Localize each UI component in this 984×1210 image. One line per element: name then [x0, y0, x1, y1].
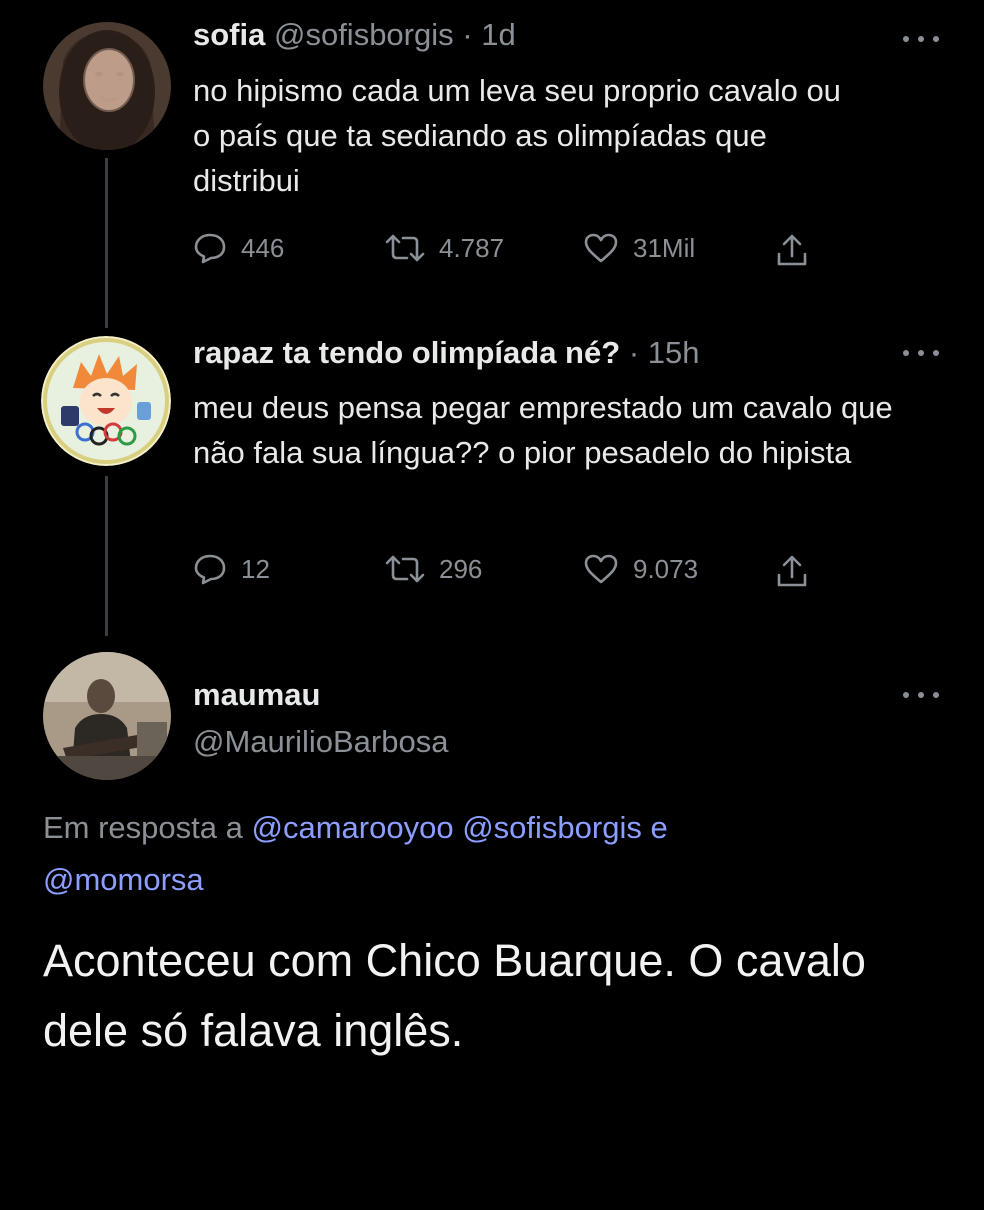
timestamp[interactable]: · 15h [629, 335, 700, 370]
like-count: 9.073 [633, 553, 699, 584]
tweet-header: sofia @sofisborgis · 1d [193, 16, 516, 54]
display-name[interactable]: maumau [193, 677, 320, 712]
timestamp[interactable]: · 1d [462, 17, 515, 52]
mention-link[interactable]: @sofisborgis [462, 810, 642, 845]
reply-prefix: Em resposta a [43, 810, 243, 845]
more-options-icon[interactable] [903, 36, 939, 42]
tweet-header: rapaz ta tendo olimpíada né? · 15h [193, 334, 699, 372]
retweet-icon [385, 555, 425, 583]
retweet-button[interactable]: 296 [385, 553, 482, 585]
reply-button[interactable]: 446 [193, 232, 284, 264]
author-name: maumau [193, 676, 320, 714]
anime-character-avatar-icon[interactable] [41, 336, 171, 466]
tweet-text: meu deus pensa pegar emprestado um caval… [193, 390, 893, 470]
share-button[interactable] [775, 232, 809, 268]
reply-count: 446 [241, 232, 285, 263]
more-options-icon[interactable] [903, 350, 939, 356]
display-name[interactable]: rapaz ta tendo olimpíada né? [193, 335, 620, 370]
like-button[interactable]: 31Mil [583, 232, 695, 264]
share-icon [777, 234, 807, 266]
share-icon [777, 555, 807, 587]
like-count: 31Mil [633, 232, 696, 263]
reply-count: 12 [241, 553, 270, 584]
reply-icon [194, 233, 226, 264]
thread-line [105, 476, 108, 636]
username[interactable]: @MaurilioBarbosa [193, 724, 448, 760]
tweet-text: Aconteceu com Chico Buarque. O cavalo de… [43, 935, 866, 1056]
reply-icon [194, 554, 226, 585]
retweet-button[interactable]: 4.787 [385, 232, 504, 264]
mention-link[interactable]: @camarooyoo [252, 810, 454, 845]
like-button[interactable]: 9.073 [583, 553, 698, 585]
heart-icon [584, 554, 618, 584]
tweet-text: no hipismo cada um leva seu proprio cava… [193, 73, 841, 198]
mention-link[interactable]: @momorsa [43, 862, 204, 897]
retweet-count: 296 [439, 553, 483, 584]
more-options-icon[interactable] [903, 692, 939, 698]
heart-icon [584, 233, 618, 263]
retweet-icon [385, 234, 425, 262]
retweet-count: 4.787 [439, 232, 505, 263]
profile-photo-icon[interactable] [43, 22, 171, 150]
thread-line [105, 158, 108, 328]
guitarist-photo-avatar-icon[interactable] [43, 652, 171, 780]
reply-conjunction: e [650, 810, 668, 845]
reply-button[interactable]: 12 [193, 553, 270, 585]
replying-to: Em resposta a @camarooyoo @sofisborgis e… [43, 802, 903, 906]
display-name[interactable]: sofia [193, 17, 265, 52]
share-button[interactable] [775, 553, 809, 589]
username[interactable]: @sofisborgis [274, 17, 454, 52]
